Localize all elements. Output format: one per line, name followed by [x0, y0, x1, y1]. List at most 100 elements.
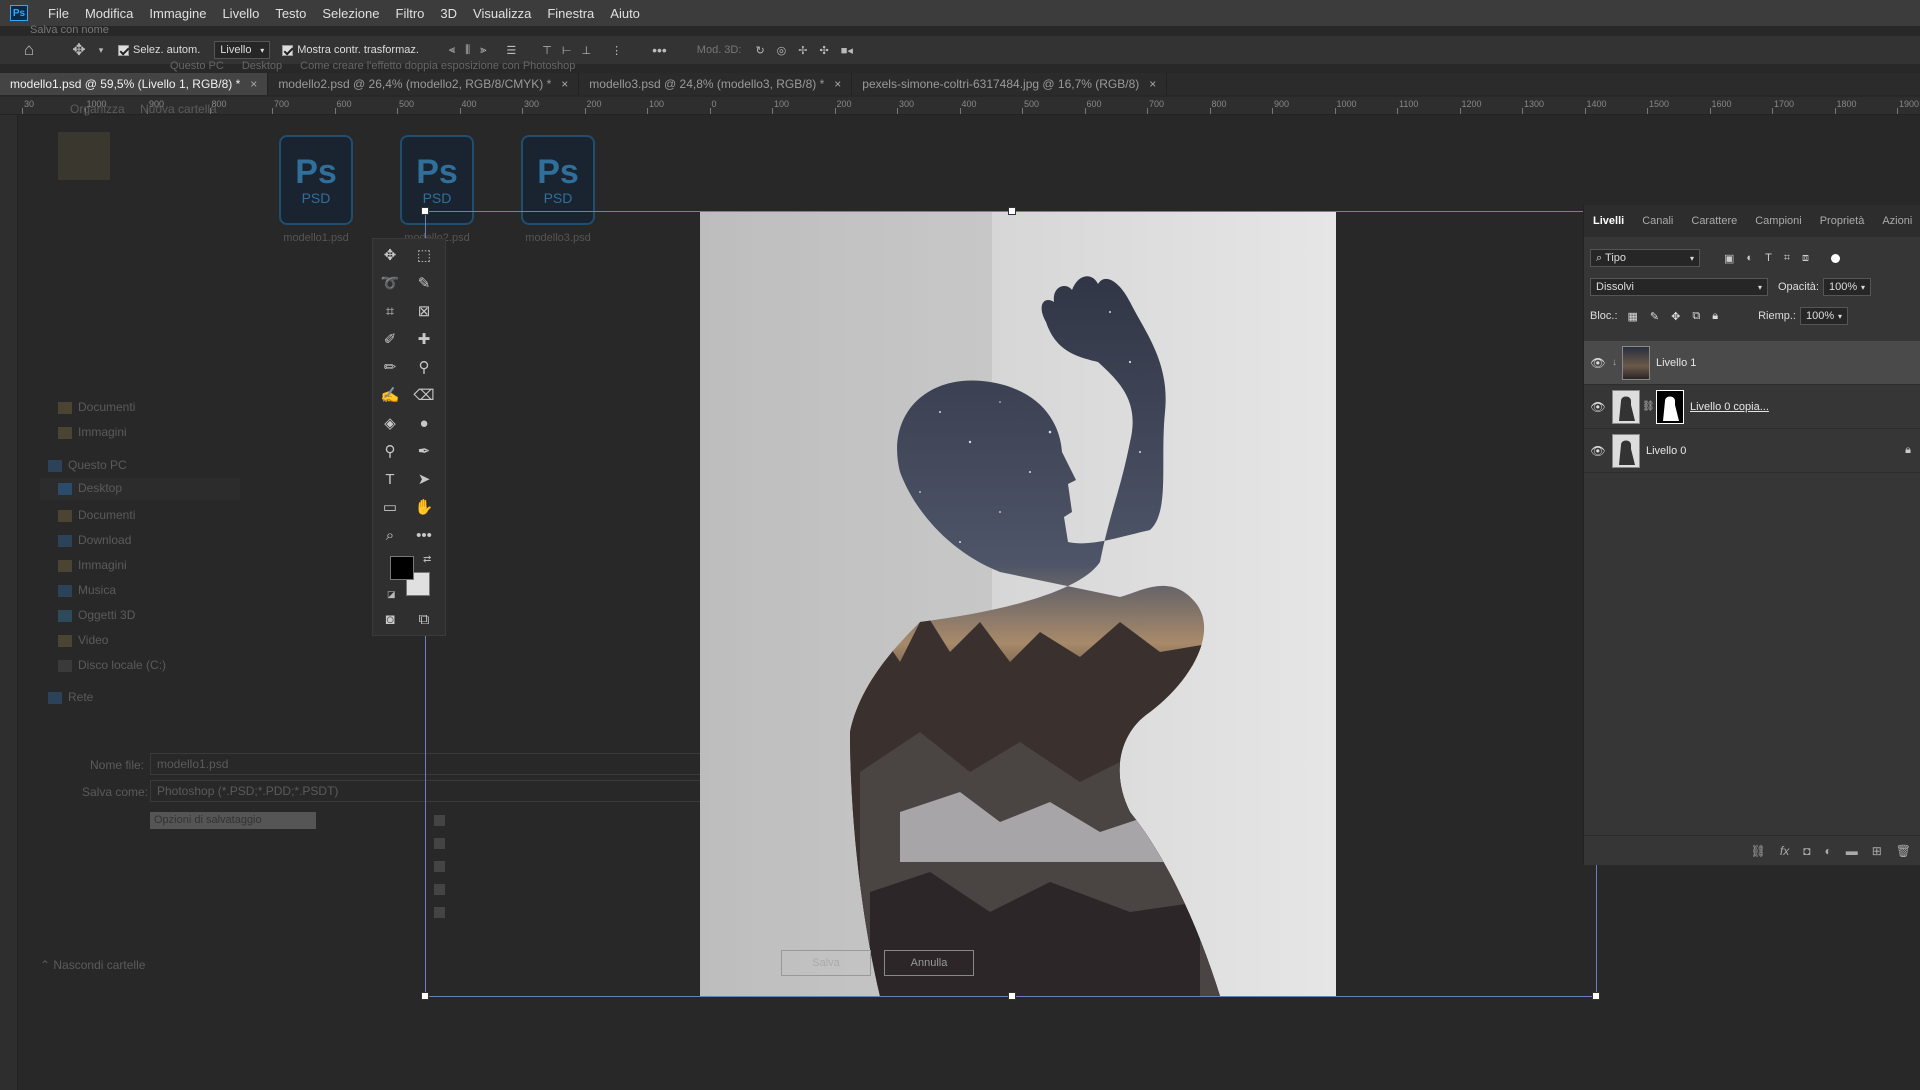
- psd-file-icon[interactable]: Ps PSD: [279, 135, 353, 225]
- distribute-vertical-icon[interactable]: ⋮: [611, 42, 622, 58]
- menu-filtro[interactable]: Filtro: [388, 6, 433, 21]
- lasso-tool-icon[interactable]: ➰: [377, 271, 403, 295]
- distribute-icon[interactable]: ☰: [506, 42, 516, 58]
- auto-select-checkbox[interactable]: [118, 44, 129, 56]
- fill-input[interactable]: 100% ▾: [1799, 307, 1848, 325]
- eraser-tool-icon[interactable]: ⌫: [411, 383, 437, 407]
- new-layer-icon[interactable]: ⊞: [1872, 844, 1882, 858]
- layer-mask-thumbnail[interactable]: [1656, 389, 1684, 424]
- move-tool-icon[interactable]: ✥: [377, 243, 403, 267]
- align-center-icon[interactable]: ⫼: [465, 42, 470, 58]
- move-tool-icon[interactable]: ✥: [64, 40, 94, 60]
- tab-modello1[interactable]: modello1.psd @ 59,5% (Livello 1, RGB/8) …: [0, 73, 269, 95]
- layer-name[interactable]: Livello 0 copia...: [1690, 401, 1769, 413]
- brush-tool-icon[interactable]: ✏: [377, 355, 403, 379]
- menu-testo[interactable]: Testo: [267, 6, 314, 21]
- layer-row[interactable]: 👁︎ ⛓︎ Livello 0 copia...: [1584, 385, 1920, 429]
- close-icon[interactable]: ×: [250, 77, 257, 91]
- pen-tool-icon[interactable]: ✒: [411, 439, 437, 463]
- lock-transparency-icon[interactable]: ▦: [1628, 310, 1638, 323]
- visibility-eye-icon[interactable]: 👁︎: [1584, 400, 1612, 414]
- filter-toggle-icon[interactable]: [1831, 253, 1840, 263]
- screen-mode-icon[interactable]: ⧉: [411, 607, 437, 631]
- menu-livello[interactable]: Livello: [214, 6, 267, 21]
- filter-pixel-icon[interactable]: ▣: [1724, 252, 1734, 265]
- tab-modello2[interactable]: modello2.psd @ 26,4% (modello2, RGB/8/CM…: [268, 73, 580, 95]
- menu-aiuto[interactable]: Aiuto: [602, 6, 648, 21]
- tab-proprieta[interactable]: Proprietà: [1811, 215, 1874, 227]
- menu-file[interactable]: File: [40, 6, 77, 21]
- 3d-orbit-icon[interactable]: ↻: [755, 44, 764, 57]
- adjustment-layer-icon[interactable]: ◐: [1824, 844, 1831, 858]
- align-top-icon[interactable]: ⊤: [542, 42, 552, 58]
- lock-all-icon[interactable]: 🔒︎: [1712, 310, 1718, 323]
- more-options-icon[interactable]: •••: [652, 42, 667, 58]
- blur-tool-icon[interactable]: ●: [411, 411, 437, 435]
- filter-shape-icon[interactable]: ⌗: [1784, 252, 1790, 265]
- dodge-tool-icon[interactable]: ⚲: [377, 439, 403, 463]
- align-right-icon[interactable]: ⫸: [480, 42, 486, 58]
- 3d-pan-icon[interactable]: ✢: [798, 44, 807, 57]
- crop-tool-icon[interactable]: ⌗: [377, 299, 403, 323]
- fx-icon[interactable]: fx: [1780, 844, 1789, 858]
- ghost-hide-folders[interactable]: ⌃ Nascondi cartelle: [40, 958, 145, 972]
- close-icon[interactable]: ×: [834, 77, 841, 91]
- swap-colors-icon[interactable]: ⇄: [423, 554, 431, 565]
- path-select-tool-icon[interactable]: ➤: [411, 467, 437, 491]
- tab-campioni[interactable]: Campioni: [1746, 215, 1810, 227]
- home-icon[interactable]: ⌂: [14, 40, 44, 60]
- auto-select-target-dropdown[interactable]: Livello ▾: [214, 41, 271, 59]
- new-group-icon[interactable]: ▬: [1846, 844, 1858, 858]
- align-left-icon[interactable]: ⫷: [449, 42, 455, 58]
- menu-selezione[interactable]: Selezione: [314, 6, 387, 21]
- clone-stamp-tool-icon[interactable]: ⚲: [411, 355, 437, 379]
- visibility-eye-icon[interactable]: 👁︎: [1584, 356, 1612, 370]
- lock-pixels-icon[interactable]: ✎: [1650, 310, 1659, 323]
- lock-position-icon[interactable]: ✥: [1671, 310, 1680, 323]
- menu-finestra[interactable]: Finestra: [539, 6, 602, 21]
- transform-handle[interactable]: [421, 207, 429, 215]
- align-middle-icon[interactable]: ⊢: [562, 42, 572, 58]
- hand-tool-icon[interactable]: ✋: [411, 495, 437, 519]
- link-icon[interactable]: ⛓︎: [1642, 401, 1655, 412]
- transform-handle[interactable]: [1008, 992, 1016, 1000]
- menu-3d[interactable]: 3D: [432, 6, 465, 21]
- healing-brush-tool-icon[interactable]: ✚: [411, 327, 437, 351]
- lock-artboard-icon[interactable]: ⧉: [1692, 310, 1700, 323]
- link-layers-icon[interactable]: ⛓︎: [1751, 844, 1766, 858]
- quick-mask-icon[interactable]: ◙: [377, 607, 403, 631]
- type-tool-icon[interactable]: T: [377, 467, 403, 491]
- layer-row[interactable]: 👁︎ ↓ Livello 1: [1584, 341, 1920, 385]
- tab-carattere[interactable]: Carattere: [1682, 215, 1746, 227]
- trash-icon[interactable]: 🗑︎: [1896, 844, 1911, 858]
- transform-handle[interactable]: [421, 992, 429, 1000]
- 3d-slide-icon[interactable]: ✣: [819, 44, 828, 57]
- tab-modello3[interactable]: modello3.psd @ 24,8% (modello3, RGB/8) *…: [579, 73, 853, 95]
- menu-visualizza[interactable]: Visualizza: [465, 6, 539, 21]
- transform-handle[interactable]: [1592, 992, 1600, 1000]
- filter-adjustment-icon[interactable]: ◐: [1746, 252, 1753, 265]
- paint-bucket-tool-icon[interactable]: ◈: [377, 411, 403, 435]
- more-tools-icon[interactable]: •••: [411, 523, 437, 547]
- show-transform-checkbox[interactable]: [282, 44, 294, 56]
- filter-type-icon[interactable]: T: [1765, 252, 1772, 265]
- add-mask-icon[interactable]: ◘: [1803, 844, 1810, 858]
- tab-canali[interactable]: Canali: [1633, 215, 1682, 227]
- transform-bounding-box[interactable]: [421, 207, 1600, 1000]
- rectangle-tool-icon[interactable]: ▭: [377, 495, 403, 519]
- tab-azioni[interactable]: Azioni: [1873, 215, 1920, 227]
- menu-modifica[interactable]: Modifica: [77, 6, 141, 21]
- opacity-input[interactable]: 100% ▾: [1822, 278, 1871, 296]
- layer-name[interactable]: Livello 0: [1646, 445, 1686, 457]
- tab-pexels[interactable]: pexels-simone-coltri-6317484.jpg @ 16,7%…: [852, 73, 1168, 95]
- 3d-roll-icon[interactable]: ◎: [777, 44, 787, 57]
- close-icon[interactable]: ×: [561, 77, 568, 91]
- eyedropper-tool-icon[interactable]: ✐: [377, 327, 403, 351]
- layer-filter-dropdown[interactable]: ⌕ Tipo ▾: [1590, 249, 1700, 267]
- history-brush-tool-icon[interactable]: ✍: [377, 383, 403, 407]
- chevron-down-icon[interactable]: ▾: [94, 45, 108, 56]
- frame-tool-icon[interactable]: ⊠: [411, 299, 437, 323]
- visibility-eye-icon[interactable]: 👁︎: [1584, 444, 1612, 458]
- layer-row[interactable]: 👁︎ Livello 0 🔒︎: [1584, 429, 1920, 473]
- transform-handle[interactable]: [1008, 207, 1016, 215]
